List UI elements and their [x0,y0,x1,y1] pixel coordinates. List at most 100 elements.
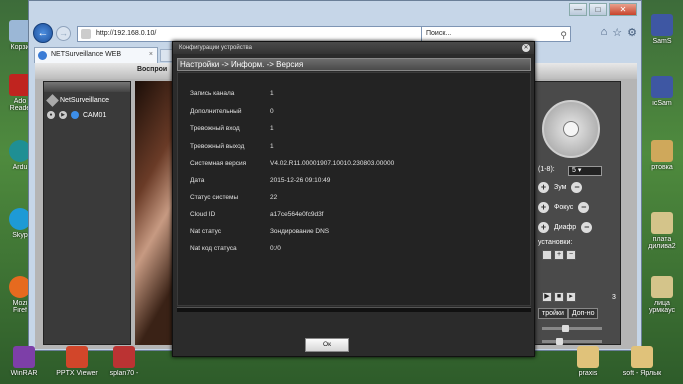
side-number: 3 [612,294,616,301]
desktop-icon-folder-3[interactable]: лица урмкаус [642,276,682,314]
ptz-joystick[interactable] [542,100,600,158]
device-config-dialog: Конфигурации устройства ✕ Настройки -> И… [172,41,535,357]
desktop-icon-winrar[interactable]: WinRAR [4,346,44,377]
zoom-in-button[interactable]: + [538,182,549,193]
info-key: Дополнительный [190,108,242,115]
winrar-icon [13,346,35,368]
close-tab-icon[interactable]: × [149,48,153,62]
tree-root[interactable]: NetSurveillance [46,94,130,107]
camera-icon [71,111,79,119]
home-icon[interactable]: ⌂ [601,26,608,39]
close-icon[interactable]: ✕ [522,44,530,52]
info-row-system-status: Статус системы 22 [190,194,277,201]
info-row-system-version: Системная версия V4.02.R11.00001907.1001… [190,160,394,167]
desktop-icon-folder-1[interactable]: ртовка [642,140,682,171]
info-row-cloud-id: Cloud ID a17ce564e0fc9d3f [190,211,324,218]
play-icon[interactable]: ▶ [59,111,67,119]
info-value: 1 [270,143,274,150]
info-key: Тревожный выход [190,143,245,150]
desktop-icon-splan[interactable]: splan70 - [104,346,144,377]
dialog-separator [177,307,531,312]
tab-advanced[interactable]: Доп-но [567,308,599,319]
camera-label: CAM01 [83,111,107,119]
search-icon[interactable]: ⚲ [560,28,567,42]
speed-select[interactable]: 5 ▾ [568,166,602,176]
iris-close-button[interactable]: − [581,222,593,233]
gear-icon[interactable]: ⚙ [627,26,637,39]
window-caption-buttons: — □ ✕ [569,3,637,16]
iris-row: + Диафр − [538,222,593,233]
close-window-button[interactable]: ✕ [609,3,637,16]
zoom-row: + Зум − [538,182,583,193]
preset-select[interactable] [542,250,552,260]
tree-root-label: NetSurveillance [60,97,110,104]
favorites-star-icon[interactable]: ☆ [612,26,622,39]
focus-out-button[interactable]: − [578,202,590,213]
info-value: V4.02.R11.00001907.10010.230803.00000 [270,160,395,167]
desktop-icon-folder-2[interactable]: плата дилива2 [642,212,682,250]
info-row-nat-code: Nat код статуса 0:/0 [190,245,281,252]
zoom-out-button[interactable]: − [571,182,583,193]
minimize-button[interactable]: — [569,3,587,16]
preset-remove-button[interactable]: − [566,250,576,260]
search-box[interactable]: Поиск... ⚲ [421,26,571,42]
info-value: 2015-12-26 09:10:49 [270,177,331,184]
info-key: Тревожный вход [190,125,240,132]
tab-settings[interactable]: тройки [538,308,568,319]
info-value: 0:/0 [270,245,281,252]
maximize-button[interactable]: □ [589,3,607,16]
bottom-icon-row: WinRAR PPTX Viewer splan70 - praxis soft… [0,344,683,384]
tour-next-button[interactable]: ▸ [566,292,576,302]
toolbar-icons: ⌂ ☆ ⚙ [601,26,637,39]
panel-header [44,82,130,92]
info-row-date: Дата 2015-12-26 09:10:49 [190,177,330,184]
desktop-icon-pptx-viewer[interactable]: PPTX Viewer [52,346,102,377]
tab-title: NETSurveillance WEB [51,51,122,58]
playback-menu[interactable]: Воспрои [137,66,167,73]
folder-icon [577,346,599,368]
tab-netsurveillance[interactable]: NETSurveillance WEB × [34,47,158,63]
tour-buttons: ▶ ■ ▸ [542,292,576,302]
info-value: 1 [270,90,274,97]
back-button[interactable]: ← [33,23,53,43]
tree-camera-item[interactable]: ● ▶ CAM01 [47,111,130,119]
desktop-icon-praxis[interactable]: praxis [568,346,608,377]
breadcrumb: Настройки -> Информ. -> Версия [177,58,531,71]
speed-label: (1-8): [538,166,555,173]
forward-button[interactable]: → [56,26,71,41]
info-key: Системная версия [190,160,247,167]
focus-row: + Фокус − [538,202,590,213]
search-placeholder: Поиск... [426,30,452,37]
version-info-panel: Запись канала 1 Дополнительный 0 Тревожн… [177,72,531,306]
info-row-nat-status: Nat статус Зондирование DNS [190,228,329,235]
ptz-center-button[interactable] [563,121,579,137]
address-bar[interactable]: http://192.168.0.10/ [77,26,437,42]
focus-in-button[interactable]: + [538,202,549,213]
info-row-record-channels: Запись канала 1 [190,90,274,97]
iris-open-button[interactable]: + [538,222,549,233]
ptz-tabs: тройки Доп-но [538,308,599,319]
address-text: http://192.168.0.10/ [96,30,157,37]
info-row-alarm-out: Тревожный выход 1 [190,143,274,150]
info-key: Запись канала [190,90,235,97]
info-value: 0 [270,108,274,115]
preset-add-button[interactable]: + [554,250,564,260]
dialog-title: Конфигурации устройства [179,45,252,51]
info-row-extra: Дополнительный 0 [190,108,274,115]
tour-play-button[interactable]: ▶ [542,292,552,302]
folder-icon [651,140,673,162]
desktop-icon-samsung[interactable]: SamS [642,14,682,45]
samsung-icon [651,76,673,98]
desktop-icon-soft-shortcut[interactable]: soft - Ярлык [612,346,672,377]
focus-label: Фокус [554,204,574,211]
presets-label: установки: [538,239,573,246]
slider-2[interactable] [542,338,602,345]
info-key: Статус системы [190,194,239,201]
slider-1[interactable] [542,325,602,332]
record-icon[interactable]: ● [47,111,55,119]
tool-icon [46,94,59,107]
device-tree-panel: NetSurveillance ● ▶ CAM01 [43,81,131,345]
desktop-icon-samsung-2[interactable]: icSam [642,76,682,107]
tour-stop-button[interactable]: ■ [554,292,564,302]
info-key: Дата [190,177,205,184]
